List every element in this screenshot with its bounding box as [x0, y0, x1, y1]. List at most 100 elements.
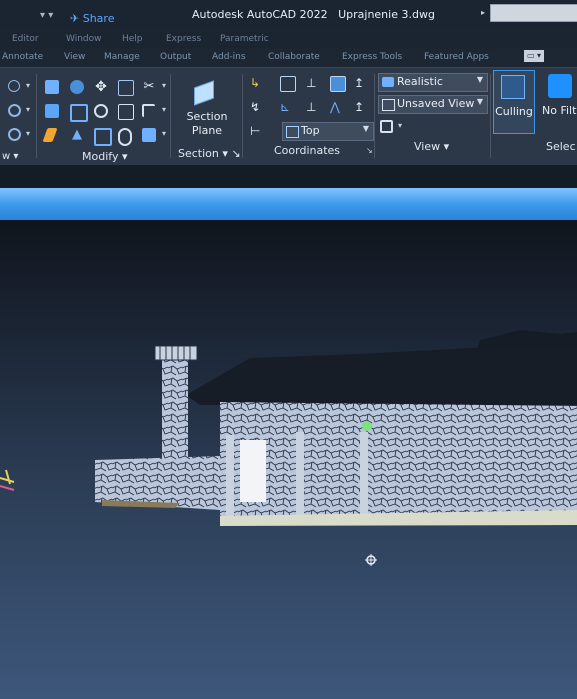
- selection-panel-label[interactable]: Selec: [546, 140, 576, 153]
- tab-annotate[interactable]: Annotate: [2, 52, 43, 62]
- section-plane-line2: Plane: [191, 124, 223, 137]
- chevron-down-icon: ▼: [476, 75, 483, 84]
- ucs-icon[interactable]: ↳: [250, 76, 264, 90]
- share-label: Share: [82, 12, 115, 25]
- dropdown-arrow-icon[interactable]: ▾: [162, 105, 166, 114]
- dropdown-arrow-icon[interactable]: ▾: [26, 81, 30, 90]
- porch-column: [226, 435, 234, 517]
- culling-label: Culling: [495, 105, 533, 118]
- ucs-origin-icon[interactable]: ⊥: [306, 76, 320, 90]
- panel-divider: [170, 74, 171, 158]
- dropdown-arrow-icon[interactable]: ▾: [162, 129, 166, 138]
- circle-icon[interactable]: [8, 104, 21, 117]
- fillet-icon[interactable]: [94, 104, 108, 118]
- light-point: [362, 421, 372, 431]
- trim-icon[interactable]: [118, 80, 134, 96]
- tab-add-ins[interactable]: Add-ins: [212, 52, 246, 62]
- ucs-face-icon[interactable]: ⊾: [280, 100, 294, 114]
- stretch-icon[interactable]: [42, 128, 58, 142]
- ucs-select[interactable]: Top ▼: [282, 122, 374, 141]
- culling-button[interactable]: Culling: [493, 70, 535, 134]
- no-filter-button[interactable]: No Filt: [540, 70, 577, 132]
- named-view-select[interactable]: Unsaved View ▼: [378, 95, 488, 114]
- roof: [186, 346, 577, 405]
- explode-icon[interactable]: [142, 128, 156, 142]
- tab-featured-apps[interactable]: Featured Apps: [424, 52, 489, 62]
- panel-divider: [242, 74, 243, 158]
- tab-express-tools[interactable]: Express Tools: [342, 52, 402, 62]
- title-bar: ▾ ▾ ✈ Share Autodesk AutoCAD 2022 Uprajn…: [0, 0, 577, 30]
- quick-access-toolbar[interactable]: ▾ ▾: [40, 10, 53, 21]
- draw-panel-arrow-icon[interactable]: w ▾: [2, 151, 18, 162]
- visual-style-select[interactable]: Realistic ▼: [378, 73, 488, 92]
- ucs-world-icon[interactable]: [280, 76, 296, 92]
- arc-icon[interactable]: [8, 80, 20, 92]
- search-arrow-icon: ▸: [481, 8, 486, 17]
- mirror-icon[interactable]: [70, 104, 88, 122]
- front-door: [240, 440, 266, 502]
- tab-overflow-icon[interactable]: ▭ ▾: [524, 50, 544, 62]
- ucs-view-icon[interactable]: [330, 76, 346, 92]
- menu-item-help[interactable]: Help: [122, 34, 143, 44]
- drawing-viewport[interactable]: [0, 220, 577, 699]
- scale-icon[interactable]: [118, 104, 134, 120]
- panel-launcher-icon[interactable]: ↘: [366, 146, 373, 155]
- copy-icon[interactable]: [45, 104, 59, 118]
- dropdown-arrow-icon[interactable]: ▾: [26, 129, 30, 138]
- coordinates-panel-label[interactable]: Coordinates: [274, 144, 340, 157]
- tab-output[interactable]: Output: [160, 52, 191, 62]
- viewport-config-icon[interactable]: [380, 120, 393, 133]
- porch-column: [360, 432, 368, 517]
- ellipse-icon[interactable]: [8, 128, 21, 141]
- chamfer-icon[interactable]: [142, 104, 155, 117]
- panel-divider: [490, 74, 491, 158]
- move-arrows-icon[interactable]: ✥: [94, 80, 108, 94]
- chimney-cap: [154, 345, 198, 361]
- ribbon-gap: [0, 165, 577, 188]
- extend-icon[interactable]: ✂: [142, 80, 156, 94]
- filter-icon: [548, 74, 572, 98]
- share-button[interactable]: ✈ Share: [70, 12, 114, 25]
- view-label-text: View: [414, 140, 441, 153]
- move-icon[interactable]: [45, 80, 59, 94]
- ucs-z-icon[interactable]: ⋀: [330, 100, 344, 114]
- named-view-icon: [382, 99, 395, 111]
- panel-divider: [36, 74, 37, 158]
- offset-icon[interactable]: [94, 128, 112, 146]
- ribbon: ▾ ▾ ▾ w ▾ ✥ ✂ ▲ ▾ ▾ ▾ Modify ▾ Section P…: [0, 67, 577, 166]
- menu-item-express[interactable]: Express: [166, 34, 201, 44]
- chevron-down-icon: ▼: [476, 97, 483, 106]
- ucs-zaxis-icon[interactable]: ↥: [354, 100, 368, 114]
- ucs-x-icon[interactable]: ↯: [250, 100, 264, 114]
- tab-collaborate[interactable]: Collaborate: [268, 52, 320, 62]
- file-tab-bar: [0, 188, 577, 220]
- app-name: Autodesk AutoCAD 2022: [192, 8, 328, 21]
- menu-item-editor[interactable]: Editor: [12, 34, 39, 44]
- culling-icon: [501, 75, 525, 99]
- modify-label-text: Modify: [82, 150, 119, 163]
- dropdown-arrow-icon[interactable]: ▾: [26, 105, 30, 114]
- menu-item-parametric[interactable]: Parametric: [220, 34, 269, 44]
- join-icon[interactable]: [118, 128, 132, 146]
- file-name: Uprajnenie 3.dwg: [338, 8, 435, 21]
- tab-manage[interactable]: Manage: [104, 52, 140, 62]
- dropdown-arrow-icon[interactable]: ▾: [398, 121, 402, 130]
- ribbon-tabs: Annotate View Manage Output Add-ins Coll…: [0, 49, 577, 67]
- dropdown-arrow-icon[interactable]: ▾: [162, 81, 166, 90]
- section-panel-label[interactable]: Section ▾ ↘: [178, 147, 241, 160]
- rotate-icon[interactable]: [70, 80, 84, 94]
- visual-style-icon: [382, 77, 394, 87]
- ucs-3point-icon[interactable]: ⊢: [250, 124, 264, 138]
- modify-panel-label[interactable]: Modify ▾: [82, 150, 127, 163]
- ucs-object-icon[interactable]: ↥: [354, 76, 368, 90]
- array-icon[interactable]: ▲: [70, 128, 84, 142]
- section-plane-button[interactable]: Section Plane: [180, 74, 234, 142]
- ucs-y-icon[interactable]: ⊥: [306, 100, 320, 114]
- porch-column: [296, 432, 304, 517]
- tab-view[interactable]: View: [64, 52, 85, 62]
- view-panel-label[interactable]: View ▾: [414, 140, 449, 153]
- menu-bar: Editor Window Help Express Parametric: [0, 32, 577, 48]
- menu-item-window[interactable]: Window: [66, 34, 102, 44]
- search-input[interactable]: [490, 4, 577, 22]
- main-wall: [220, 402, 577, 520]
